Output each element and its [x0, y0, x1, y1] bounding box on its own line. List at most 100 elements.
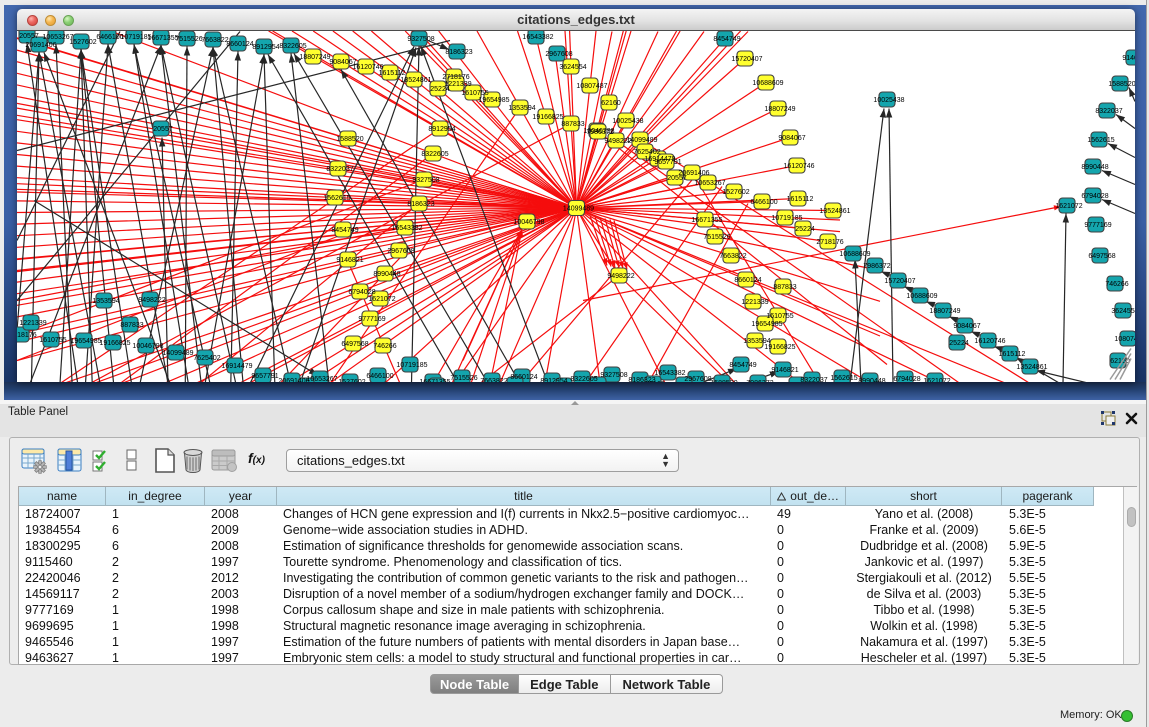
svg-text:1588520: 1588520	[710, 380, 737, 383]
svg-text:8912954: 8912954	[540, 378, 567, 383]
svg-text:9657791: 9657791	[251, 373, 278, 380]
svg-text:9327508: 9327508	[407, 36, 434, 43]
svg-text:10025438: 10025438	[670, 382, 701, 383]
svg-text:15720407: 15720407	[731, 56, 762, 63]
svg-text:7515526: 7515526	[175, 36, 202, 43]
svg-text:13524861: 13524861	[400, 77, 431, 84]
svg-text:20691406: 20691406	[25, 42, 56, 49]
svg-text:6466100: 6466100	[750, 199, 777, 206]
svg-text:20691406: 20691406	[678, 170, 709, 177]
svg-text:887833: 887833	[773, 284, 796, 291]
svg-text:18807249: 18807249	[764, 106, 795, 113]
svg-text:746266: 746266	[373, 343, 396, 350]
svg-text:3624554: 3624554	[1111, 308, 1135, 315]
svg-text:19166825: 19166825	[764, 344, 795, 351]
svg-text:1221339: 1221339	[19, 320, 46, 327]
svg-text:9498222: 9498222	[607, 273, 634, 280]
svg-text:19654985: 19654985	[70, 338, 101, 345]
svg-text:1615112: 1615112	[379, 70, 406, 77]
svg-text:9327508: 9327508	[412, 177, 439, 184]
svg-text:9146821: 9146821	[336, 257, 363, 264]
svg-text:1610755: 1610755	[461, 90, 488, 97]
svg-text:887833: 887833	[561, 121, 584, 128]
svg-text:1562615: 1562615	[323, 195, 350, 202]
svg-text:13524861: 13524861	[1016, 364, 1047, 371]
svg-text:8186323: 8186323	[445, 49, 472, 56]
svg-text:8660124: 8660124	[734, 277, 761, 284]
svg-text:62160: 62160	[645, 381, 665, 383]
svg-text:1562615: 1562615	[1087, 137, 1114, 144]
svg-text:20557: 20557	[153, 126, 173, 133]
svg-text:10046798: 10046798	[132, 343, 163, 350]
svg-text:10653267: 10653267	[306, 376, 337, 383]
svg-text:62160: 62160	[601, 100, 621, 107]
svg-text:10688609: 10688609	[752, 80, 783, 87]
svg-text:18807249: 18807249	[299, 54, 330, 61]
svg-text:2718176: 2718176	[816, 239, 843, 246]
svg-text:20691406: 20691406	[278, 378, 309, 383]
svg-text:10688609: 10688609	[839, 251, 870, 258]
svg-text:7625402: 7625402	[193, 355, 220, 362]
svg-text:7663822: 7663822	[480, 378, 507, 383]
svg-text:16671355: 16671355	[147, 35, 178, 42]
svg-text:6794028: 6794028	[1081, 193, 1108, 200]
svg-text:8322605: 8322605	[279, 43, 306, 50]
svg-text:9146821: 9146821	[771, 367, 798, 374]
svg-text:7986372: 7986372	[863, 263, 890, 270]
svg-text:8454749: 8454749	[713, 36, 740, 43]
svg-text:19166825: 19166825	[532, 114, 563, 121]
svg-text:16543382: 16543382	[654, 370, 685, 377]
svg-text:10719185: 10719185	[396, 362, 427, 369]
svg-text:10719185: 10719185	[771, 215, 802, 222]
svg-text:8322037: 8322037	[326, 166, 353, 173]
svg-text:1353594: 1353594	[92, 298, 119, 305]
svg-text:16914479: 16914479	[221, 363, 252, 370]
svg-text:9657791: 9657791	[654, 159, 681, 166]
svg-text:10688609: 10688609	[906, 293, 937, 300]
svg-text:6466100: 6466100	[366, 373, 393, 380]
svg-text:1615112: 1615112	[787, 196, 814, 203]
svg-text:9084067: 9084067	[953, 323, 980, 330]
svg-text:887833: 887833	[120, 322, 143, 329]
svg-text:8912954: 8912954	[428, 126, 455, 133]
svg-text:746266: 746266	[1105, 281, 1128, 288]
svg-text:8454749: 8454749	[729, 362, 756, 369]
svg-text:10046798: 10046798	[513, 219, 544, 226]
svg-text:6497568: 6497568	[341, 341, 368, 348]
svg-text:19166825: 19166825	[99, 340, 130, 347]
svg-text:9327508: 9327508	[600, 372, 627, 379]
svg-text:8990448: 8990448	[858, 378, 885, 383]
svg-text:1353594: 1353594	[508, 105, 535, 112]
svg-text:25224: 25224	[795, 226, 815, 233]
svg-text:1562615: 1562615	[830, 375, 857, 382]
svg-text:1588520: 1588520	[336, 136, 363, 143]
svg-text:1615112: 1615112	[999, 351, 1026, 358]
svg-text:10025438: 10025438	[873, 97, 904, 104]
svg-text:16671355: 16671355	[419, 379, 450, 383]
svg-text:20557: 20557	[19, 33, 39, 40]
svg-text:1588520: 1588520	[1108, 81, 1135, 88]
svg-text:2718176: 2718176	[17, 332, 37, 339]
svg-text:1221339: 1221339	[444, 81, 471, 88]
svg-text:10025438: 10025438	[612, 118, 643, 125]
svg-text:8912954: 8912954	[252, 44, 279, 51]
svg-text:8660124: 8660124	[510, 374, 537, 381]
svg-text:19654985: 19654985	[478, 97, 509, 104]
svg-text:10807487: 10807487	[584, 382, 615, 383]
svg-text:2967608: 2967608	[387, 248, 414, 255]
svg-text:1610755: 1610755	[766, 313, 793, 320]
svg-text:10807487: 10807487	[576, 83, 607, 90]
svg-text:14099489: 14099489	[162, 350, 193, 357]
svg-text:1610755: 1610755	[39, 337, 66, 344]
svg-text:13524861: 13524861	[819, 208, 850, 215]
svg-text:15720407: 15720407	[884, 278, 915, 285]
svg-text:8990448: 8990448	[1081, 164, 1108, 171]
svg-text:7663822: 7663822	[719, 253, 746, 260]
svg-text:1621072: 1621072	[368, 296, 395, 303]
svg-text:9777169: 9777169	[358, 316, 385, 323]
svg-text:8322605: 8322605	[421, 151, 448, 158]
svg-text:15720407: 15720407	[783, 382, 814, 383]
svg-text:1527602: 1527602	[338, 379, 365, 383]
svg-text:1527602: 1527602	[722, 189, 749, 196]
svg-text:10807487: 10807487	[1114, 336, 1135, 343]
